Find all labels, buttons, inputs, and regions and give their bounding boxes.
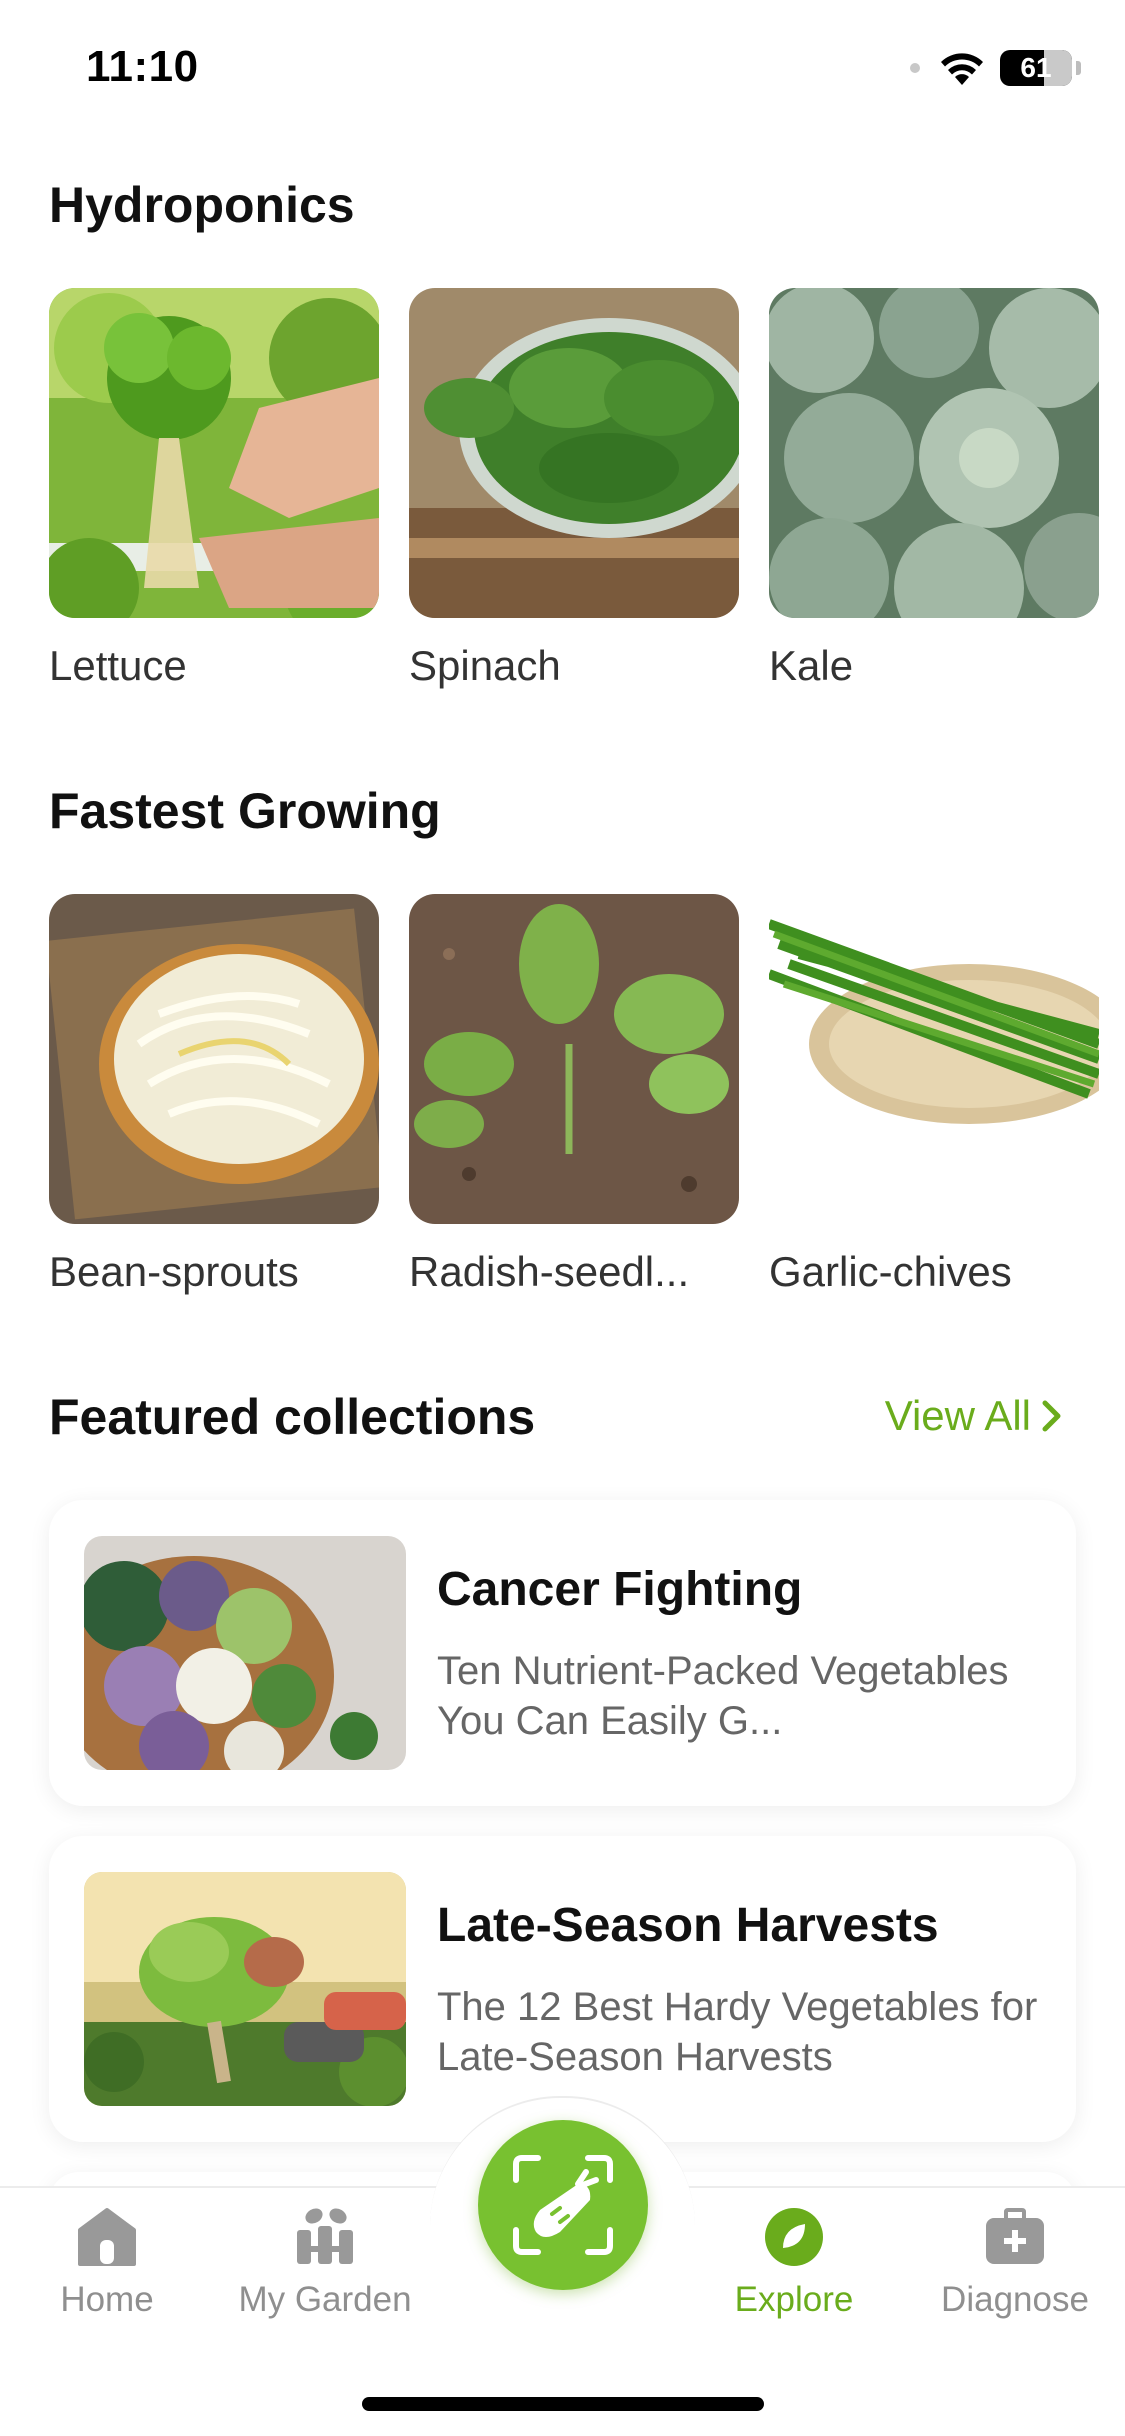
plant-tile-spinach[interactable]: Spinach xyxy=(409,288,739,690)
plant-tile-lettuce[interactable]: Lettuce xyxy=(49,288,379,690)
home-indicator xyxy=(362,2397,764,2411)
section-title-fastest-growing: Fastest Growing xyxy=(49,783,441,839)
chevron-right-icon xyxy=(1042,1400,1061,1432)
plant-tile-garlic-chives[interactable]: Garlic-chives xyxy=(769,894,1099,1296)
tab-explore[interactable]: Explore xyxy=(694,2206,894,2320)
wifi-icon xyxy=(941,53,983,85)
view-all-link[interactable]: View All xyxy=(885,1392,1063,1440)
vegetable-bowl-photo xyxy=(84,1536,406,1770)
garden-icon xyxy=(297,2208,353,2264)
collection-title: Cancer Fighting xyxy=(437,1563,803,1616)
lettuce-photo xyxy=(49,288,379,618)
tab-home[interactable]: Home xyxy=(7,2206,207,2320)
collection-card-cancer-fighting[interactable]: Cancer Fighting Ten Nutrient-Packed Vege… xyxy=(49,1500,1076,1806)
spinach-photo xyxy=(409,288,739,618)
battery-icon: 61 xyxy=(1000,50,1072,86)
bean-sprouts-photo xyxy=(49,894,379,1224)
plant-tile-bean-sprouts[interactable]: Bean-sprouts xyxy=(49,894,379,1296)
plant-label: Kale xyxy=(769,642,854,689)
status-indicators: 61 xyxy=(910,48,1081,88)
plant-label: Spinach xyxy=(409,642,561,689)
plant-label: Lettuce xyxy=(49,642,187,689)
tab-my-garden[interactable]: My Garden xyxy=(225,2206,425,2320)
fastest-growing-row[interactable]: Bean-sprouts Radish-seedl... Garlic-chiv… xyxy=(49,894,1125,1314)
section-title-hydroponics: Hydroponics xyxy=(49,177,355,233)
kale-photo xyxy=(769,288,1099,618)
collection-title: Late-Season Harvests xyxy=(437,1899,939,1952)
tab-label: My Garden xyxy=(238,2280,412,2319)
scan-plant-button[interactable] xyxy=(478,2120,648,2290)
plant-label: Garlic-chives xyxy=(769,1248,1012,1295)
tab-label: Explore xyxy=(734,2280,854,2319)
home-icon xyxy=(78,2208,136,2266)
compass-leaf-icon xyxy=(765,2208,823,2266)
battery-nub xyxy=(1076,61,1081,75)
status-time: 11:10 xyxy=(86,42,199,91)
battery-percentage: 61 xyxy=(1020,52,1052,83)
view-all-label: View All xyxy=(884,1392,1031,1439)
hydroponics-row[interactable]: Lettuce Spinach Kale xyxy=(49,288,1125,708)
plant-label: Radish-seedl... xyxy=(409,1248,690,1295)
collection-description: Ten Nutrient-Packed Vegetables You Can E… xyxy=(437,1649,1009,1743)
medical-kit-icon xyxy=(986,2208,1044,2264)
radish-seedling-photo xyxy=(409,894,739,1224)
garlic-chives-photo xyxy=(769,894,1099,1224)
plant-scan-icon xyxy=(513,2155,613,2255)
plant-tile-radish-seedling[interactable]: Radish-seedl... xyxy=(409,894,739,1296)
status-bar: 11:10 61 xyxy=(0,0,1125,140)
signal-icon xyxy=(910,63,920,73)
plant-label: Bean-sprouts xyxy=(49,1248,299,1295)
tab-label: Home xyxy=(60,2280,154,2319)
lettuce-harvest-photo xyxy=(84,1872,406,2106)
collection-description: The 12 Best Hardy Vegetables for Late-Se… xyxy=(437,1985,1038,2079)
plant-tile-kale[interactable]: Kale xyxy=(769,288,1099,690)
tab-label: Diagnose xyxy=(941,2280,1089,2319)
section-title-featured: Featured collections xyxy=(49,1389,536,1445)
tab-diagnose[interactable]: Diagnose xyxy=(915,2206,1115,2320)
